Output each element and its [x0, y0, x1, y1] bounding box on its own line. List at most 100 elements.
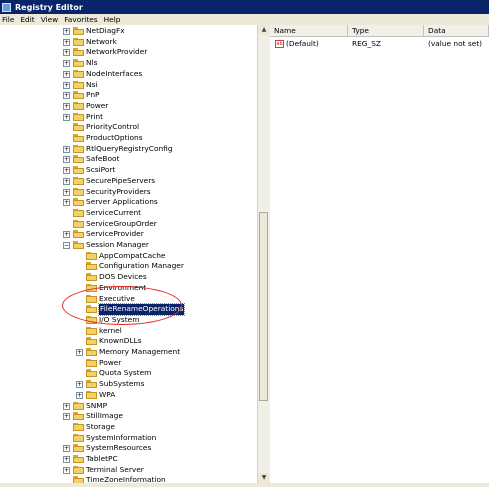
values-list[interactable]: Name Type Data ab (Default) REG_SZ (valu…: [270, 25, 489, 483]
tree-item[interactable]: + WPA: [0, 390, 257, 401]
tree-item[interactable]: + Server Applications: [0, 197, 257, 208]
tree-item[interactable]: + TabletPC: [0, 454, 257, 465]
scroll-down-arrow-icon[interactable]: ▼: [258, 473, 270, 483]
tree-item[interactable]: + ServiceProvider: [0, 229, 257, 240]
tree-item-label: Terminal Server: [86, 464, 144, 474]
expand-icon[interactable]: +: [63, 60, 70, 68]
expand-icon[interactable]: +: [63, 156, 70, 164]
expand-icon[interactable]: +: [63, 49, 70, 57]
tree-item[interactable]: + Nsi: [0, 80, 257, 91]
tree-item[interactable]: − Session Manager: [0, 240, 257, 251]
tree-item-label: Server Applications: [86, 197, 158, 207]
tree-item[interactable]: + SafeBoot: [0, 154, 257, 165]
tree-item[interactable]: + SNMP: [0, 401, 257, 412]
tree-item[interactable]: + Power: [0, 101, 257, 112]
folder-icon: [86, 294, 97, 303]
registry-key-tree[interactable]: + NetDiagFx + Network + NetworkProvider + Nls + N…: [0, 25, 270, 483]
list-item[interactable]: ab (Default) REG_SZ (value not set): [270, 39, 489, 49]
tree-item[interactable]: + SubSystems: [0, 379, 257, 390]
expand-icon[interactable]: +: [63, 445, 70, 453]
expand-icon[interactable]: +: [63, 145, 70, 153]
expand-icon[interactable]: +: [63, 167, 70, 175]
expand-icon[interactable]: +: [63, 188, 70, 196]
folder-icon: [73, 48, 84, 57]
tree-item[interactable]: TimeZoneInformation: [0, 475, 257, 483]
tree-item[interactable]: ProductOptions: [0, 133, 257, 144]
tree-item[interactable]: + SystemResources: [0, 443, 257, 454]
scroll-up-arrow-icon[interactable]: ▲: [258, 25, 270, 35]
tree-item[interactable]: Storage: [0, 422, 257, 433]
expand-icon[interactable]: +: [63, 231, 70, 239]
folder-icon: [73, 144, 84, 153]
expand-icon[interactable]: +: [63, 28, 70, 35]
expand-icon[interactable]: +: [76, 391, 83, 399]
tree-item[interactable]: + StillImage: [0, 411, 257, 422]
tree-item[interactable]: Power: [0, 358, 257, 369]
tree-item[interactable]: + NetworkProvider: [0, 47, 257, 58]
tree-item[interactable]: + SecurePipeServers: [0, 176, 257, 187]
expand-icon[interactable]: +: [63, 113, 70, 121]
tree-item[interactable]: kernel: [0, 326, 257, 337]
column-header-type[interactable]: Type: [348, 25, 424, 36]
expand-icon[interactable]: +: [63, 199, 70, 207]
tree-item-label: PnP: [86, 90, 100, 100]
expand-icon[interactable]: +: [63, 466, 70, 474]
registry-app-icon: [2, 2, 11, 12]
scrollbar-thumb[interactable]: [259, 212, 268, 401]
expand-icon[interactable]: +: [63, 402, 70, 410]
expand-icon[interactable]: +: [63, 456, 70, 463]
tree-item-label: ServiceProvider: [86, 229, 144, 239]
tree-item[interactable]: I/O System: [0, 315, 257, 326]
window-title: Registry Editor: [15, 2, 83, 12]
expand-icon[interactable]: +: [63, 70, 70, 78]
expand-icon[interactable]: +: [63, 92, 70, 100]
tree-item[interactable]: DOS Devices: [0, 272, 257, 283]
expand-icon[interactable]: +: [63, 177, 70, 185]
tree-item[interactable]: KnownDLLs: [0, 336, 257, 347]
tree-item[interactable]: AppCompatCache: [0, 251, 257, 262]
tree-item[interactable]: + NetDiagFx: [0, 26, 257, 37]
menu-view[interactable]: View: [39, 15, 63, 24]
tree-item-label: NetDiagFx: [86, 26, 125, 35]
tree-item-label: PriorityControl: [86, 122, 140, 132]
tree-item[interactable]: + Nls: [0, 58, 257, 69]
column-header-name[interactable]: Name: [270, 25, 348, 36]
tree-item[interactable]: Quota System: [0, 368, 257, 379]
tree-item[interactable]: + Network: [0, 37, 257, 48]
tree-item[interactable]: + Terminal Server: [0, 465, 257, 476]
expand-icon[interactable]: +: [63, 38, 70, 46]
menu-help[interactable]: Help: [102, 15, 125, 24]
tree-item[interactable]: + ScsiPort: [0, 165, 257, 176]
expand-icon[interactable]: +: [63, 413, 70, 421]
tree-item[interactable]: ServiceGroupOrder: [0, 219, 257, 230]
menu-favorites[interactable]: Favorites: [62, 15, 101, 24]
tree-item[interactable]: + Memory Management: [0, 347, 257, 358]
tree-item[interactable]: FileRenameOperations: [0, 303, 257, 316]
expand-icon[interactable]: +: [63, 102, 70, 110]
folder-icon: [86, 262, 97, 271]
column-header-data[interactable]: Data: [424, 25, 489, 36]
tree-item[interactable]: SystemInformation: [0, 433, 257, 444]
tree-item[interactable]: + NodeInterfaces: [0, 69, 257, 80]
tree-vertical-scrollbar[interactable]: ▲ ▼: [257, 25, 270, 483]
folder-icon: [73, 59, 84, 68]
tree-item[interactable]: + PnP: [0, 90, 257, 101]
expand-icon[interactable]: +: [76, 381, 83, 389]
folder-icon: [73, 166, 84, 175]
folder-icon: [73, 37, 84, 46]
collapse-icon[interactable]: −: [63, 242, 70, 249]
expand-icon[interactable]: +: [76, 349, 83, 356]
menu-edit[interactable]: Edit: [18, 15, 38, 24]
tree-item[interactable]: ServiceCurrent: [0, 208, 257, 219]
tree-item[interactable]: PriorityControl: [0, 122, 257, 133]
expand-icon[interactable]: +: [63, 81, 70, 89]
tree-item[interactable]: Executive: [0, 294, 257, 305]
title-bar[interactable]: Registry Editor: [0, 0, 489, 14]
tree-item[interactable]: Environment: [0, 283, 257, 294]
tree-item[interactable]: + Print: [0, 112, 257, 123]
tree-item-label: Power: [99, 357, 122, 367]
tree-item[interactable]: + RtlQueryRegistryConfig: [0, 144, 257, 155]
menu-file[interactable]: File: [0, 15, 18, 24]
tree-item[interactable]: Configuration Manager: [0, 261, 257, 272]
tree-item[interactable]: + SecurityProviders: [0, 187, 257, 198]
